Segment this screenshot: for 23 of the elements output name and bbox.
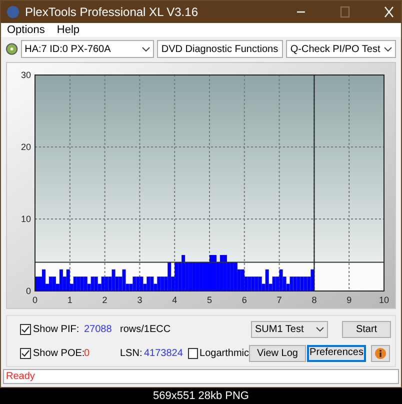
x-axis-label: 1 [67, 295, 72, 305]
y-axis-label: 20 [20, 142, 31, 152]
x-axis-label: 0 [32, 295, 38, 305]
unit-label: rows/1ECC [120, 322, 172, 336]
x-axis-label: 6 [242, 295, 247, 305]
x-axis-label: 5 [207, 295, 212, 305]
y-axis-label: 10 [20, 214, 31, 224]
window-title: PlexTools Professional XL V3.16 [25, 4, 199, 21]
pif-count: 27088 [84, 322, 113, 336]
x-axis-label: 2 [102, 295, 108, 305]
lsn-value: 4173824 [144, 346, 184, 360]
x-axis-label: 4 [172, 295, 178, 305]
x-axis-label: 7 [276, 295, 282, 305]
x-axis-label: 9 [346, 295, 352, 305]
y-axis-label: 0 [26, 286, 31, 296]
x-axis-label: 10 [379, 295, 389, 305]
poe-count: 0 [84, 346, 91, 360]
x-axis-label: 8 [312, 295, 317, 305]
y-axis-label: 30 [20, 70, 31, 80]
status-text: Ready [6, 370, 35, 384]
image-caption: 569x551 28kb PNG [152, 388, 249, 404]
x-axis-label: 3 [137, 295, 142, 305]
lsn-label: LSN: [120, 346, 144, 360]
